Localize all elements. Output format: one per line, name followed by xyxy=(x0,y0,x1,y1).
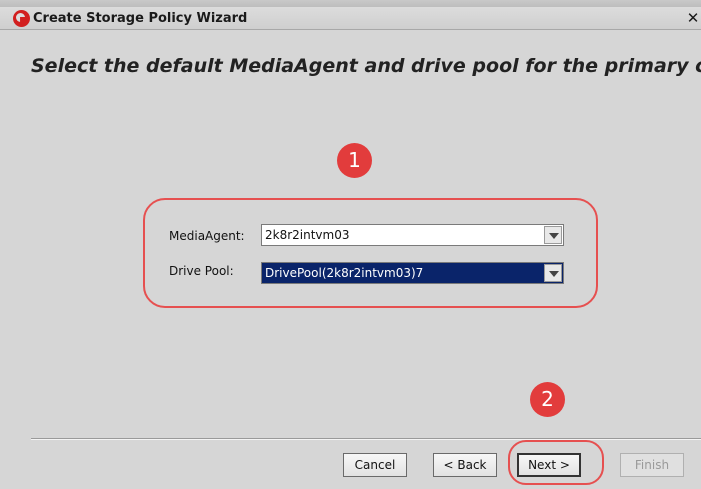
cancel-button[interactable]: Cancel xyxy=(343,453,407,477)
wizard-window: Create Storage Policy Wizard ✕ Select th… xyxy=(0,0,701,489)
app-logo-icon xyxy=(13,10,30,27)
footer-divider xyxy=(31,438,701,440)
chevron-down-icon[interactable] xyxy=(544,226,562,244)
highlight-ring-next xyxy=(508,440,604,485)
drivepool-value: DrivePool(2k8r2intvm03)7 xyxy=(265,266,424,280)
window-title: Create Storage Policy Wizard xyxy=(33,11,248,26)
close-icon[interactable]: ✕ xyxy=(685,10,701,26)
drivepool-dropdown[interactable]: DrivePool(2k8r2intvm03)7 xyxy=(261,262,564,284)
drivepool-label: Drive Pool: xyxy=(169,264,234,278)
step-badge-1: 1 xyxy=(337,143,372,178)
highlight-ring-fields xyxy=(143,198,598,308)
mediaagent-label: MediaAgent: xyxy=(169,229,245,243)
finish-button: Finish xyxy=(620,453,684,477)
page-heading: Select the default MediaAgent and drive … xyxy=(31,55,701,77)
mediaagent-value: 2k8r2intvm03 xyxy=(265,228,350,242)
mediaagent-dropdown[interactable]: 2k8r2intvm03 xyxy=(261,224,564,246)
chevron-down-icon[interactable] xyxy=(544,264,562,282)
step-badge-2: 2 xyxy=(530,382,565,417)
top-strip xyxy=(0,0,701,7)
back-button[interactable]: < Back xyxy=(433,453,497,477)
